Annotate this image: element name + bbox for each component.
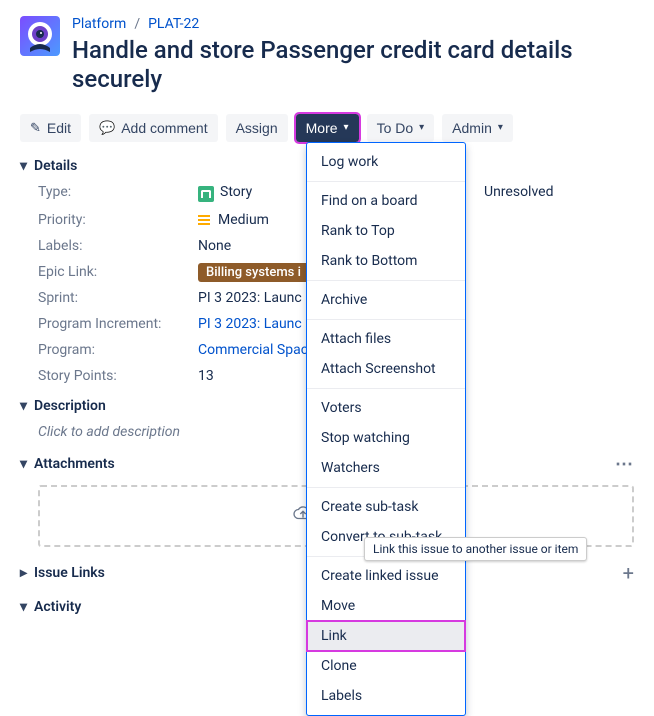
dropdown-separator (307, 319, 465, 320)
epic-link-label: Epic Link: (38, 264, 198, 280)
chevron-down-icon: ▾ (20, 599, 28, 615)
more-menu-item-archive[interactable]: Archive (307, 285, 465, 315)
project-avatar (20, 16, 60, 56)
priority-medium-icon (198, 219, 210, 221)
activity-title: Activity (34, 599, 81, 615)
more-menu-item-find-on-a-board[interactable]: Find on a board (307, 186, 465, 216)
description-title: Description (34, 398, 106, 414)
edit-button[interactable]: ✎ Edit (20, 114, 81, 142)
more-menu-item-stop-watching[interactable]: Stop watching (307, 423, 465, 453)
priority-label: Priority: (38, 212, 198, 228)
attachments-title: Attachments (34, 456, 115, 472)
status-label: To Do (377, 120, 414, 136)
more-menu-item-labels[interactable]: Labels (307, 681, 465, 711)
details-title: Details (34, 158, 77, 174)
program-increment-label: Program Increment: (38, 316, 198, 332)
more-menu-item-log-work[interactable]: Log work (307, 147, 465, 177)
dropdown-separator (307, 487, 465, 488)
breadcrumb: Platform / PLAT-22 (72, 16, 634, 32)
more-label: More (306, 120, 338, 136)
dropdown-separator (307, 388, 465, 389)
chevron-down-icon: ▾ (344, 122, 349, 133)
add-comment-label: Add comment (121, 120, 207, 136)
breadcrumb-project[interactable]: Platform (72, 16, 126, 32)
dropdown-separator (307, 181, 465, 182)
add-comment-button[interactable]: 💬 Add comment (89, 114, 218, 142)
issue-links-title: Issue Links (34, 565, 105, 581)
attachments-more-icon[interactable]: ⋯ (615, 454, 634, 475)
sprint-label: Sprint: (38, 290, 198, 306)
more-menu-item-move[interactable]: Move (307, 591, 465, 621)
more-menu-item-create-linked-issue[interactable]: Create linked issue (307, 561, 465, 591)
comment-icon: 💬 (99, 120, 115, 136)
dropdown-separator (307, 280, 465, 281)
more-dropdown: Log work Find on a boardRank to TopRank t… (306, 142, 466, 716)
more-menu-item-clone[interactable]: Clone (307, 651, 465, 681)
add-link-icon[interactable]: + (623, 561, 634, 585)
resolution-value: Unresolved (484, 184, 634, 202)
admin-button[interactable]: Admin ▾ (442, 114, 513, 142)
labels-label: Labels: (38, 238, 198, 254)
more-menu-item-attach-files[interactable]: Attach files (307, 324, 465, 354)
assign-label: Assign (236, 120, 278, 136)
more-menu-item-rank-to-bottom[interactable]: Rank to Bottom (307, 246, 465, 276)
chevron-down-icon: ▾ (419, 122, 424, 133)
status-button[interactable]: To Do ▾ (367, 114, 435, 142)
toolbar: ✎ Edit 💬 Add comment Assign More ▾ To Do… (20, 114, 634, 142)
more-menu-item-attach-screenshot[interactable]: Attach Screenshot (307, 354, 465, 384)
issue-title: Handle and store Passenger credit card d… (72, 36, 634, 94)
more-menu-item-link[interactable]: Link (307, 621, 465, 651)
chevron-down-icon: ▾ (498, 122, 503, 133)
more-menu-item-create-sub-task[interactable]: Create sub-task (307, 492, 465, 522)
type-label: Type: (38, 184, 198, 202)
edit-label: Edit (47, 120, 71, 136)
breadcrumb-separator: / (134, 16, 140, 32)
chevron-down-icon: ▾ (20, 158, 28, 174)
story-icon (198, 186, 214, 202)
more-menu-item-rank-to-top[interactable]: Rank to Top (307, 216, 465, 246)
assign-button[interactable]: Assign (226, 114, 288, 142)
more-menu-item-voters[interactable]: Voters (307, 393, 465, 423)
pencil-icon: ✎ (30, 120, 41, 136)
story-points-label: Story Points: (38, 368, 198, 384)
admin-label: Admin (452, 120, 492, 136)
breadcrumb-issue[interactable]: PLAT-22 (148, 16, 199, 32)
chevron-right-icon: ▸ (20, 565, 28, 581)
more-menu-item-watchers[interactable]: Watchers (307, 453, 465, 483)
program-label: Program: (38, 342, 198, 358)
more-button[interactable]: More ▾ (296, 114, 359, 142)
chevron-down-icon: ▾ (20, 456, 28, 472)
link-tooltip: Link this issue to another issue or item (364, 537, 587, 561)
chevron-down-icon: ▾ (20, 398, 28, 414)
